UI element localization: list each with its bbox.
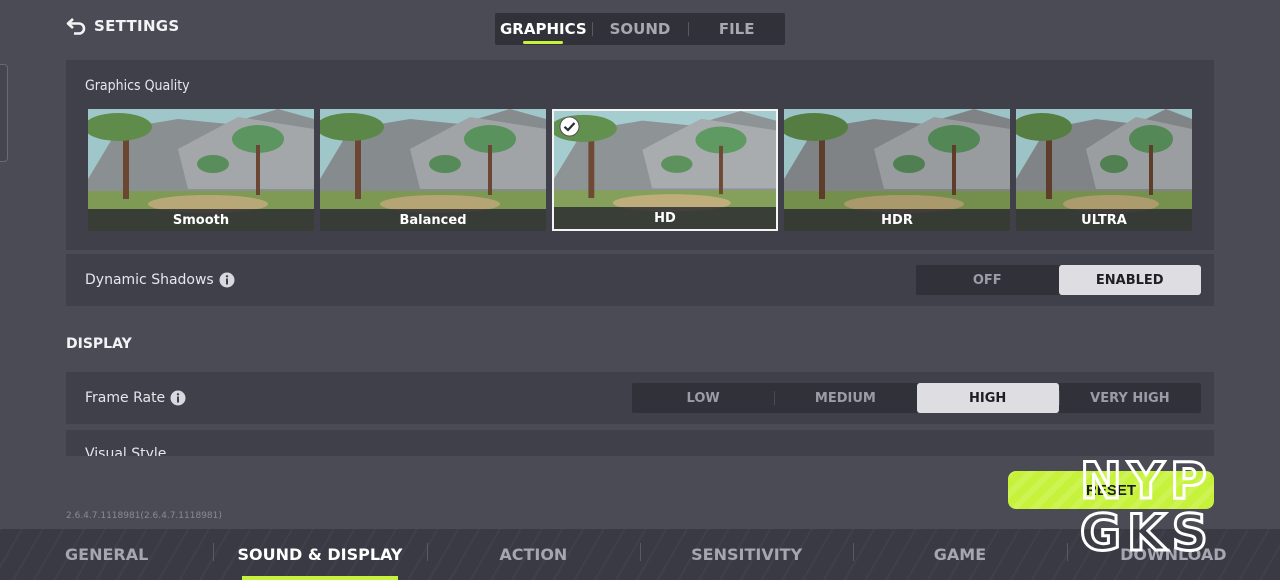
- option-off[interactable]: OFF: [916, 265, 1059, 295]
- option-enabled[interactable]: ENABLED: [1058, 265, 1201, 295]
- preset-label: Balanced: [320, 209, 546, 231]
- watermark-logo: NYP GKS: [1079, 452, 1214, 556]
- side-drawer-handle[interactable]: [0, 64, 8, 162]
- checkmark-icon: [559, 116, 580, 137]
- settings-back-button[interactable]: SETTINGS: [66, 14, 180, 38]
- preset-label: Smooth: [88, 209, 314, 231]
- option-high[interactable]: HIGH: [916, 383, 1059, 413]
- option-low[interactable]: LOW: [632, 383, 774, 413]
- info-icon[interactable]: [170, 390, 186, 406]
- page-title: SETTINGS: [94, 17, 180, 35]
- preset-label: ULTRA: [1016, 209, 1192, 231]
- nav-action[interactable]: ACTION: [426, 529, 640, 580]
- dynamic-shadows-label-group: Dynamic Shadows: [85, 254, 235, 306]
- dynamic-shadows-toggle: OFF ENABLED: [916, 265, 1201, 295]
- preset-label: HDR: [784, 209, 1010, 231]
- tab-sound[interactable]: SOUND: [591, 13, 689, 45]
- nav-general[interactable]: GENERAL: [0, 529, 213, 580]
- nav-sound-display[interactable]: SOUND & DISPLAY: [213, 529, 426, 580]
- preset-smooth[interactable]: Smooth: [88, 109, 314, 231]
- visual-style-label: Visual Style: [85, 446, 167, 456]
- visual-style-row[interactable]: Visual Style: [66, 430, 1214, 456]
- option-very-high[interactable]: VERY HIGH: [1058, 383, 1201, 413]
- dynamic-shadows-row: Dynamic Shadows OFF ENABLED: [66, 254, 1214, 306]
- frame-rate-label-group: Frame Rate: [85, 372, 186, 424]
- frame-rate-selector: LOW MEDIUM HIGH VERY HIGH: [632, 383, 1201, 413]
- display-section-title: DISPLAY: [66, 336, 132, 352]
- preset-balanced[interactable]: Balanced: [320, 109, 546, 231]
- back-arrow-icon: [66, 18, 86, 35]
- preset-label: HD: [554, 207, 776, 229]
- graphics-quality-panel: Graphics Quality Smooth Balanced HD HDR …: [66, 60, 1214, 250]
- tab-graphics[interactable]: GRAPHICS: [495, 13, 592, 45]
- graphics-quality-title: Graphics Quality: [85, 78, 190, 94]
- preset-hd[interactable]: HD: [552, 109, 778, 231]
- dynamic-shadows-label: Dynamic Shadows: [85, 272, 214, 288]
- nav-game[interactable]: GAME: [853, 529, 1066, 580]
- option-medium[interactable]: MEDIUM: [774, 383, 916, 413]
- tab-file[interactable]: FILE: [688, 13, 785, 45]
- preset-hdr[interactable]: HDR: [784, 109, 1010, 231]
- version-text: 2.6.4.7.1118981(2.6.4.7.1118981): [66, 511, 222, 521]
- info-icon[interactable]: [219, 272, 235, 288]
- nav-sensitivity[interactable]: SENSITIVITY: [639, 529, 853, 580]
- watermark-line2: GKS: [1080, 504, 1214, 556]
- top-tab-bar: GRAPHICS SOUND FILE: [495, 13, 785, 45]
- watermark-line1: NYP: [1080, 452, 1213, 510]
- frame-rate-label: Frame Rate: [85, 390, 166, 406]
- preset-ultra[interactable]: ULTRA: [1016, 109, 1192, 231]
- frame-rate-row: Frame Rate LOW MEDIUM HIGH VERY HIGH: [66, 372, 1214, 424]
